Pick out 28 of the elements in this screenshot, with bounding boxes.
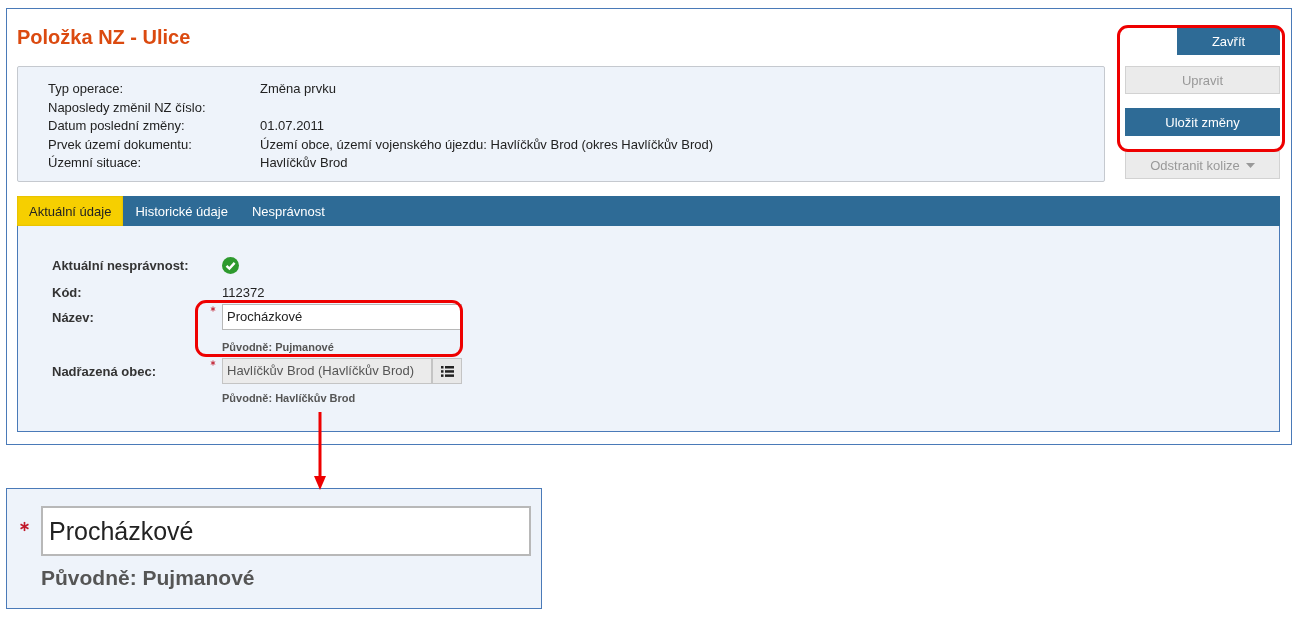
field-value: 112372 — [222, 284, 266, 300]
original-value: Původně: Pujmanové — [41, 566, 256, 590]
info-value: 01.07.2011 — [260, 117, 326, 135]
original-value: Původně: Havlíčkův Brod — [222, 391, 357, 406]
action-button[interactable]: Uložit změny — [1125, 108, 1280, 136]
info-value: Území obce, území vojenského újezdu: Havlíčkův Brod (okres Havlíčkův Brod) — [260, 135, 715, 154]
info-label: Prvek území dokumentu: — [48, 135, 193, 154]
name-input[interactable]: Procházkové — [222, 304, 462, 330]
field-label: Název: — [52, 309, 95, 327]
original-value: Původně: Pujmanové — [222, 340, 335, 355]
list-icon — [440, 365, 454, 377]
tab[interactable]: Historické údaje — [123, 196, 240, 226]
list-button[interactable] — [432, 358, 462, 384]
info-value: Změna prvku — [260, 80, 337, 98]
field-label: Nadřazená obec: — [52, 363, 158, 381]
action-button[interactable]: Zavřít — [1177, 27, 1280, 55]
info-label: Územní situace: — [48, 154, 143, 172]
tab[interactable]: Nesprávnost — [239, 196, 337, 226]
info-label: Datum poslední změny: — [48, 117, 186, 135]
field-label: Kód: — [52, 284, 83, 300]
field-label: Aktuální nesprávnost: — [52, 257, 190, 273]
info-value: Havlíčkův Brod — [260, 154, 349, 172]
info-label: Naposledy změnil NZ číslo: — [48, 98, 207, 117]
tab[interactable]: Aktuální údaje — [17, 196, 124, 226]
info-label: Typ operace: — [48, 80, 125, 98]
municipality-field[interactable]: Havlíčkův Brod (Havlíčkův Brod) — [222, 358, 432, 384]
page-title: Položka NZ - Ulice — [17, 25, 192, 50]
caret-icon — [1245, 162, 1255, 168]
